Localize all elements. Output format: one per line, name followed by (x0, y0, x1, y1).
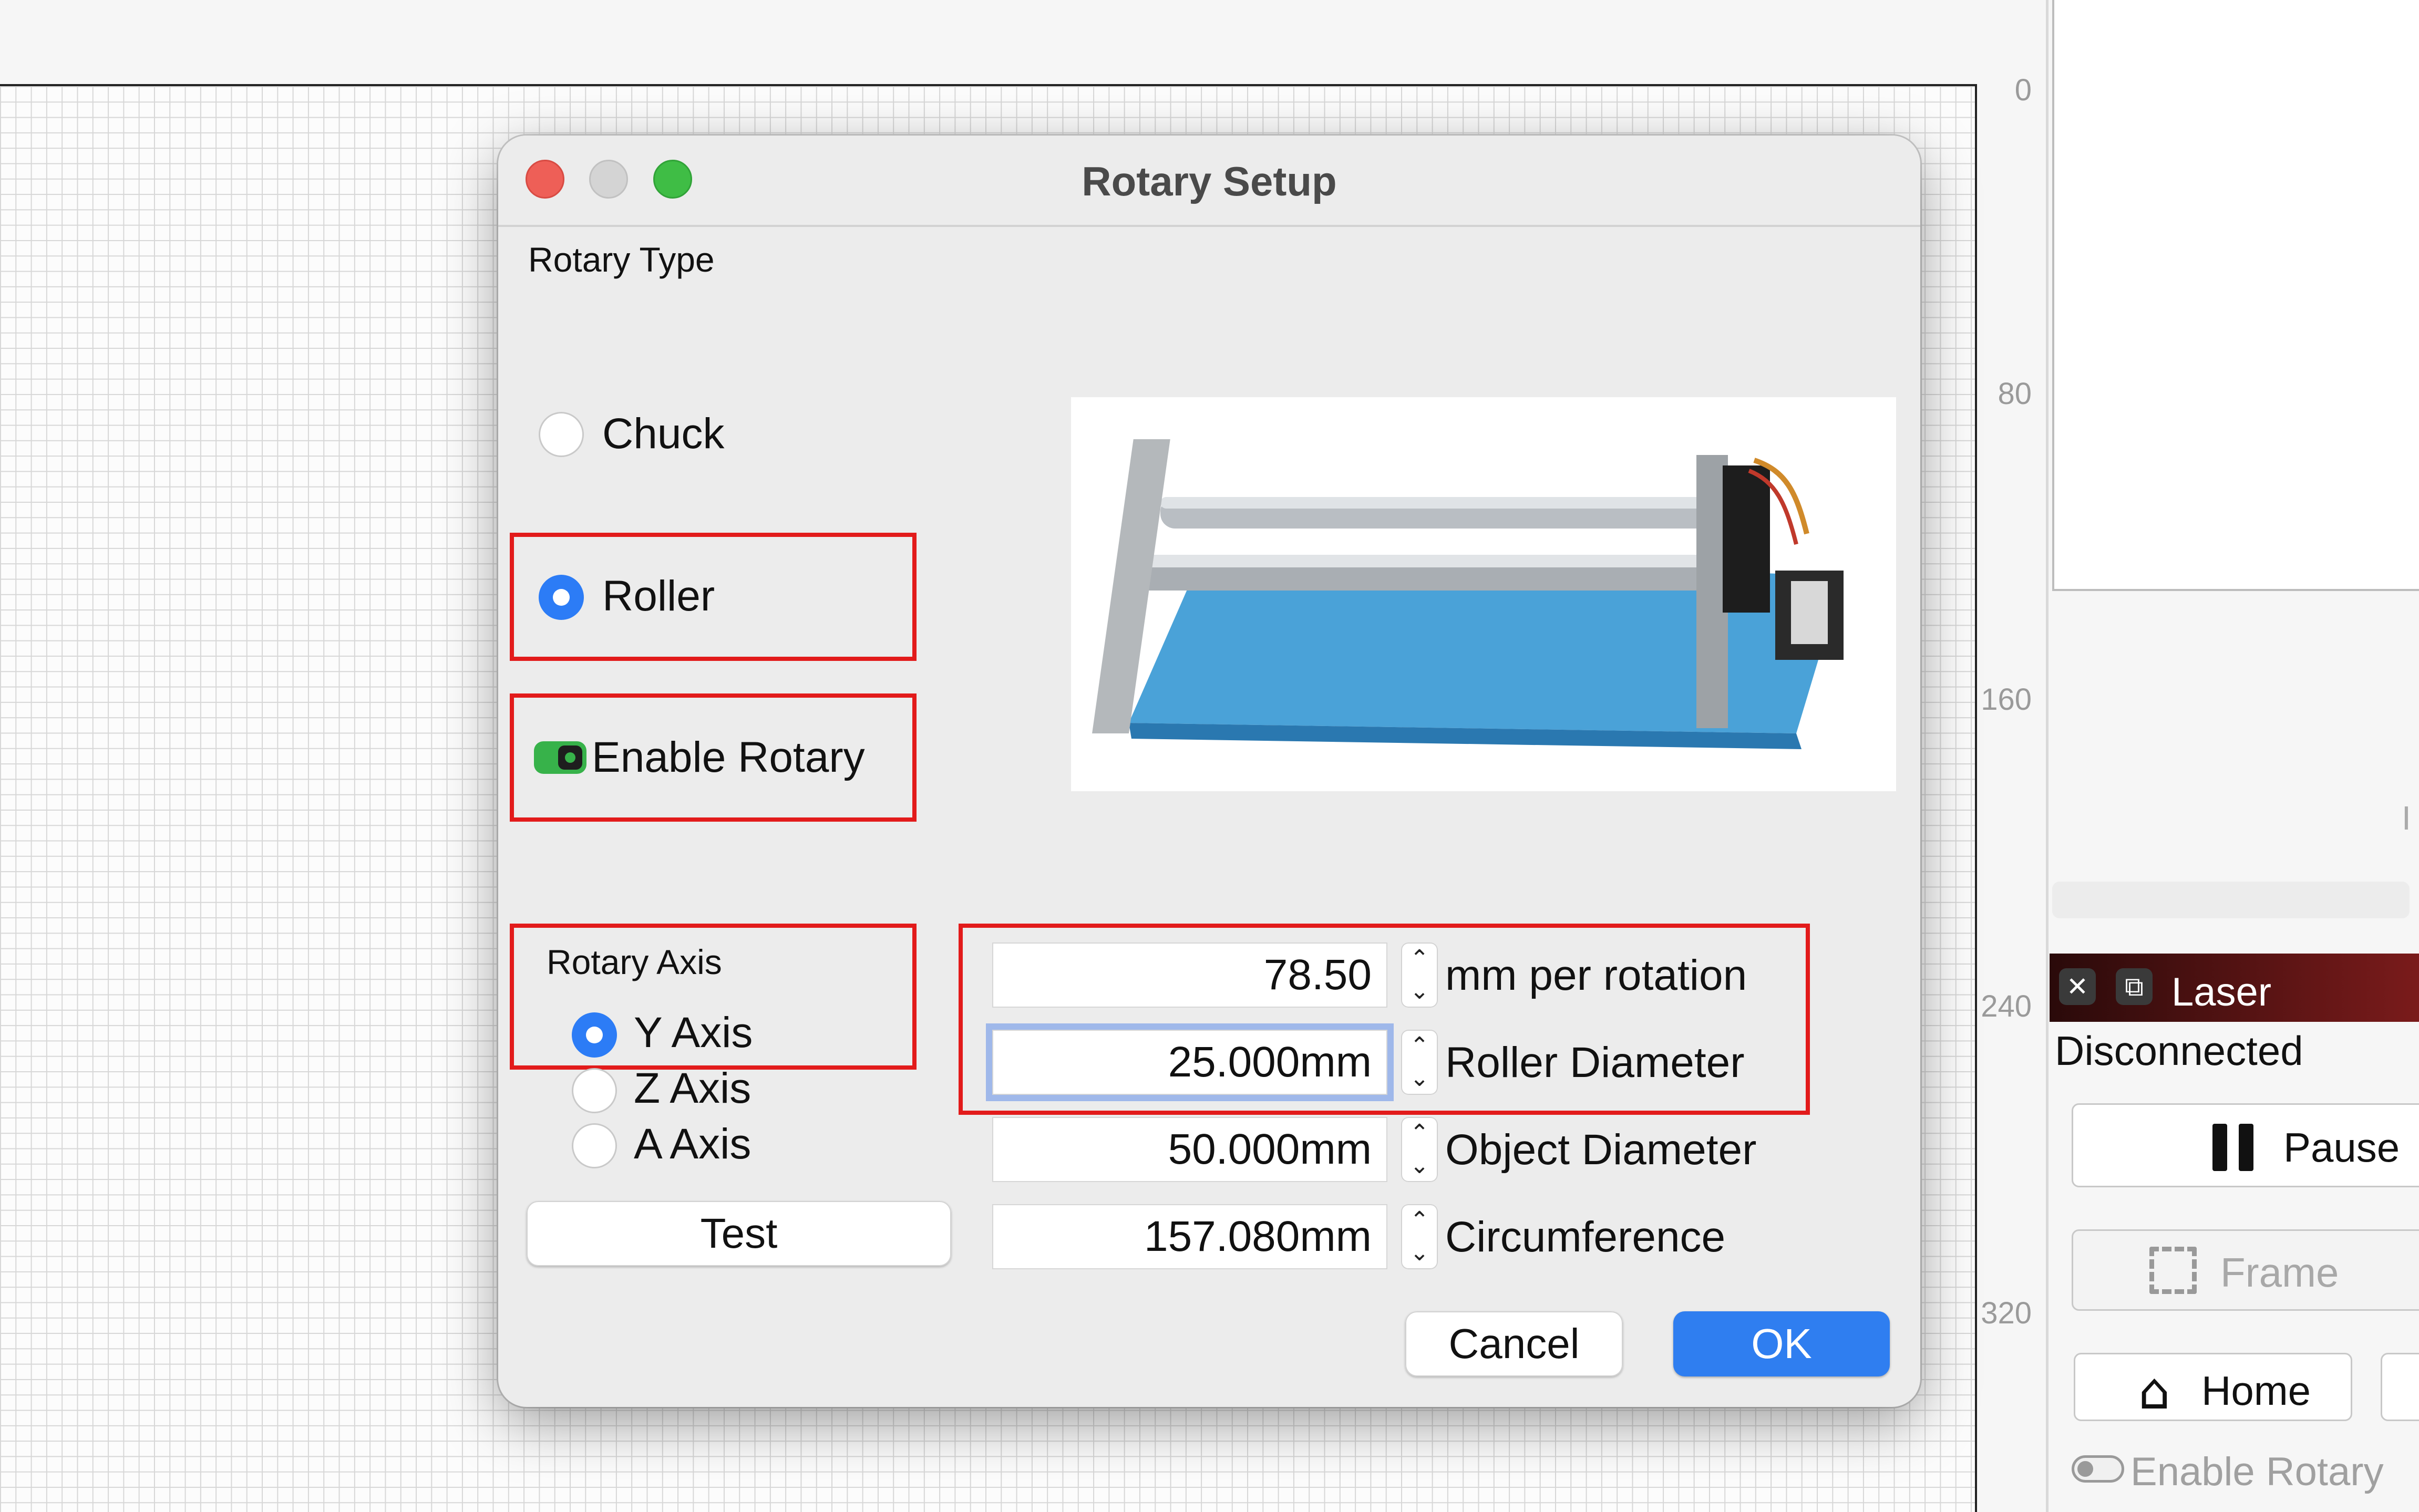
chevron-up-icon[interactable]: ⌃ (1401, 1204, 1438, 1237)
mm-per-rotation-field[interactable]: 78.50 (992, 943, 1387, 1008)
pause-button[interactable]: Pause (2072, 1103, 2419, 1187)
y-axis-radio[interactable] (572, 1012, 617, 1058)
rotary-setup-dialog: Rotary Setup Rotary Type Chuck Roller En… (498, 136, 1920, 1407)
ruler-tick: 0 (2014, 73, 2032, 107)
mm-per-rotation-label: mm per rotation (1445, 951, 1747, 999)
vertical-ruler: 0 80 160 240 320 (1979, 0, 2047, 1512)
home-button[interactable]: ⌂ Home (2074, 1353, 2352, 1421)
roller-diameter-stepper[interactable]: ⌃ ⌄ (1401, 1030, 1438, 1095)
pause-label: Pause (2283, 1124, 2400, 1171)
dialog-titlebar[interactable]: Rotary Setup (498, 136, 1920, 227)
enable-rotary-label: Enable Rotary (592, 733, 865, 781)
enable-rotary-toggle[interactable] (534, 741, 586, 774)
home-label: Home (2201, 1368, 2311, 1414)
roller-diameter-label: Roller Diameter (1445, 1039, 1745, 1086)
object-diameter-label: Object Diameter (1445, 1126, 1757, 1174)
pause-icon (2212, 1124, 2260, 1171)
chuck-radio[interactable] (539, 412, 584, 457)
ok-button[interactable]: OK (1673, 1311, 1890, 1376)
ruler-tick: 320 (1981, 1296, 2032, 1330)
z-axis-label: Z Axis (634, 1064, 752, 1112)
chevron-up-icon[interactable]: ⌃ (1401, 1030, 1438, 1062)
rotary-type-heading: Rotary Type (528, 240, 715, 279)
chevron-down-icon[interactable]: ⌄ (1401, 1149, 1438, 1182)
cancel-button[interactable]: Cancel (1405, 1311, 1623, 1376)
dialog-title: Rotary Setup (1082, 158, 1337, 204)
circumference-label: Circumference (1445, 1213, 1726, 1261)
a-axis-radio[interactable] (572, 1123, 617, 1168)
ruler-tick: 80 (1998, 377, 2032, 411)
chevron-down-icon[interactable]: ⌄ (1401, 975, 1438, 1008)
frame-icon (2149, 1247, 2197, 1294)
roller-diameter-field[interactable]: 25.000mm (992, 1030, 1387, 1095)
test-button[interactable]: Test (527, 1201, 951, 1266)
chevron-down-icon[interactable]: ⌄ (1401, 1062, 1438, 1095)
chevron-up-icon[interactable]: ⌃ (1401, 1117, 1438, 1149)
panel-divider[interactable] (2046, 0, 2049, 1512)
panel-button-clipped[interactable] (2381, 1353, 2419, 1421)
chuck-label: Chuck (602, 410, 725, 458)
mm-per-rotation-stepper[interactable]: ⌃ ⌄ (1401, 943, 1438, 1008)
rotary-axis-heading: Rotary Axis (547, 943, 722, 981)
roller-rotary-illustration (1092, 439, 1844, 749)
ruler-tick: 160 (1981, 682, 2032, 717)
chevron-up-icon[interactable]: ⌃ (1401, 943, 1438, 975)
toggle-off-icon (2072, 1455, 2124, 1483)
ruler-tick: 240 (1981, 989, 2032, 1023)
object-diameter-stepper[interactable]: ⌃ ⌄ (1401, 1117, 1438, 1182)
object-diameter-field[interactable]: 50.000mm (992, 1117, 1387, 1182)
float-window-icon[interactable]: ⧉ (2116, 968, 2153, 1005)
connection-status: Disconnected (2055, 1028, 2303, 1074)
close-icon[interactable]: ✕ (2059, 968, 2096, 1005)
z-axis-radio[interactable] (572, 1068, 617, 1113)
preview-pane (2052, 0, 2419, 591)
frame-label: Frame (2220, 1249, 2339, 1296)
roller-label: Roller (602, 572, 715, 620)
panel-enable-rotary-label: Enable Rotary (2130, 1449, 2384, 1494)
circumference-field[interactable]: 157.080mm (992, 1204, 1387, 1269)
laser-window-header: ✕ ⧉ Laser (2050, 954, 2419, 1022)
clipped-label: I (2402, 799, 2411, 837)
roller-radio[interactable] (539, 575, 584, 620)
circumference-stepper[interactable]: ⌃ ⌄ (1401, 1204, 1438, 1269)
laser-window-title: Laser (2171, 970, 2272, 1014)
roller-rotary-image (1071, 397, 1896, 791)
chevron-down-icon[interactable]: ⌄ (1401, 1237, 1438, 1269)
y-axis-label: Y Axis (634, 1009, 753, 1057)
horizontal-scrollbar[interactable] (2052, 882, 2410, 918)
a-axis-label: A Axis (634, 1120, 752, 1168)
frame-button[interactable]: Frame (2072, 1229, 2419, 1311)
home-icon: ⌂ (2138, 1362, 2170, 1421)
